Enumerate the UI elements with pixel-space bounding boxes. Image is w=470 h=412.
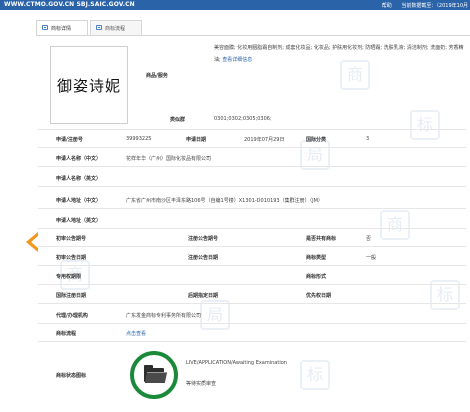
app-date-value: 2019年07月29日 (244, 137, 285, 143)
status-text-cn: 等待实质审查 (186, 381, 217, 387)
shared-value: 否 (366, 236, 372, 242)
status-text-en: LIVE/APPLICATION/Awaiting Examination (186, 360, 287, 366)
applicant-cn-label: 申请人名称（中文） (56, 156, 102, 162)
address-cn-label: 申请人地址（中文） (56, 198, 102, 204)
app-date-label: 申请日期 (186, 137, 207, 143)
status-label: 商标状态图标 (56, 373, 87, 379)
detail-panel: 御姿诗妮 商品/服务 美容面膜; 化妆用胭脂霜自制剂; 成套化妆品; 化妆品; … (36, 35, 470, 412)
intl-class-label: 国际分类 (306, 137, 327, 143)
document-icon (96, 25, 102, 30)
intl-reg-date-label: 国际注册日期 (56, 293, 87, 299)
current-data-date: 当前数据截至：（2019年10月 (401, 3, 468, 9)
applicant-en-label: 申请人名称（英文） (56, 176, 102, 182)
divider (38, 129, 466, 130)
top-bar-links: 帮助 当前数据截至：（2019年10月 (374, 2, 468, 9)
tab-trademark-process[interactable]: 商标流程 (90, 20, 142, 35)
priority-date-label: 优先权日期 (306, 293, 332, 299)
divider (38, 284, 466, 285)
later-date-label: 后期指定日期 (188, 293, 219, 299)
process-link[interactable]: 点击查看 (126, 330, 146, 337)
agency-label: 代理/办理机构 (56, 313, 88, 319)
status-badge (130, 351, 178, 399)
site-url: WWW.CTMO.GOV.CN SBJ.SAIC.GOV.CN (4, 1, 135, 8)
divider (38, 303, 466, 304)
divider (38, 341, 466, 342)
reg-pub-no-label: 注册公告期号 (188, 236, 219, 242)
tab-trademark-detail[interactable]: 商标详情 (36, 20, 88, 36)
tab-label: 商标详情 (51, 26, 72, 32)
reg-pub-date-label: 注册公告日期 (188, 255, 219, 261)
document-icon (42, 25, 48, 30)
trademark-image: 御姿诗妮 (50, 46, 128, 124)
help-link[interactable]: 帮助 (382, 3, 392, 9)
process-label: 商标流程 (56, 331, 77, 337)
address-en-label: 申请人地址（英文） (56, 218, 102, 224)
mark-type-value: 一般 (366, 255, 377, 261)
divider (38, 228, 466, 229)
group-label: 类似群 (170, 117, 186, 123)
divider (38, 208, 466, 209)
agency-value: 广东发金商标专利事务所有限公司 (126, 313, 202, 319)
divider (38, 147, 466, 148)
prelim-no-label: 初审公告期号 (56, 236, 87, 242)
goods-value: 美容面膜; 化妆用胭脂霜自制剂; 成套化妆品; 化妆品; 护肤用化妆剂; 防晒霜… (214, 42, 466, 66)
intl-class-value: 3 (366, 136, 370, 142)
goods-label: 商品/服务 (146, 73, 168, 79)
reg-no-value: 39993225 (126, 136, 152, 142)
folder-front (144, 372, 168, 383)
divider (38, 166, 466, 167)
mark-form-label: 商标形式 (306, 274, 327, 280)
divider (38, 186, 466, 187)
shared-label: 是否共有商标 (306, 236, 337, 242)
reg-no-label: 申请/注册号 (56, 137, 83, 143)
divider (38, 265, 466, 266)
address-cn-value: 广东省广州市南沙区丰泽东路106号（自编1号楼）X1301-D010193（集群… (126, 198, 323, 204)
top-bar: WWW.CTMO.GOV.CN SBJ.SAIC.GOV.CN 帮助 当前数据截… (0, 0, 470, 10)
mark-type-label: 商标类型 (306, 255, 327, 261)
exclusive-label: 专用权期限 (56, 274, 82, 280)
trademark-image-text: 御姿诗妮 (56, 77, 121, 95)
goods-detail-link[interactable]: 查看详细信息 (222, 57, 252, 63)
tab-label: 商标流程 (105, 26, 126, 32)
divider (38, 246, 466, 247)
group-value: 0301;0302;0305;0306; (214, 116, 272, 122)
divider (38, 323, 466, 324)
prelim-date-label: 初审公告日期 (56, 255, 87, 261)
applicant-cn-value: 花样年华（广州）国际化妆品有限公司 (126, 156, 212, 162)
